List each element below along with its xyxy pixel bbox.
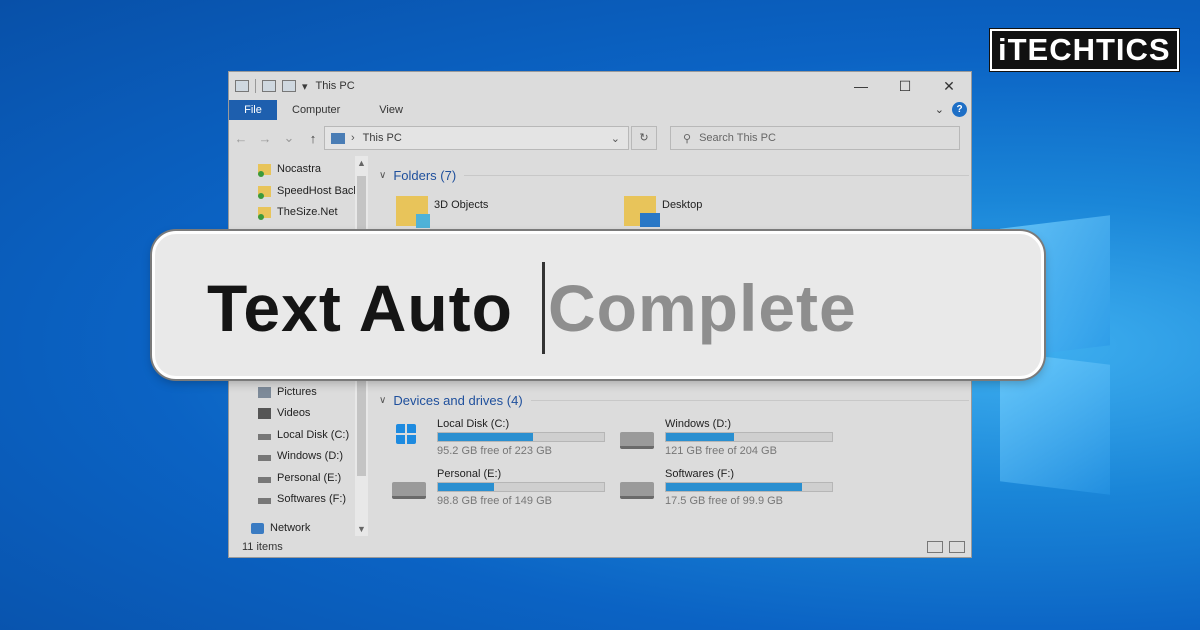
up-button[interactable]: ↑: [301, 131, 325, 146]
drive-personal-e[interactable]: Personal (E:) 98.8 GB free of 149 GB: [392, 468, 605, 513]
videos-icon: [258, 407, 271, 419]
address-text: This PC: [362, 132, 402, 144]
usage-bar: [437, 482, 605, 492]
drive-softwares-f[interactable]: Softwares (F:) 17.5 GB free of 99.9 GB: [620, 468, 833, 513]
address-dropdown-icon[interactable]: ⌄: [611, 132, 620, 145]
window-title: This PC: [315, 80, 355, 92]
tab-file[interactable]: File: [229, 100, 277, 120]
sidebar-item-network[interactable]: Network: [251, 518, 310, 538]
sidebar-item-pictures[interactable]: Pictures: [258, 382, 317, 402]
properties-icon[interactable]: [262, 80, 276, 92]
address-bar[interactable]: › This PC ⌄: [324, 126, 629, 150]
title-bar: ▾ This PC — ☐ ✕: [229, 72, 971, 100]
folder-icon: [258, 206, 271, 220]
forward-button[interactable]: →: [253, 131, 277, 146]
details-view-icon[interactable]: [927, 541, 943, 553]
desktop-folder-icon: [624, 196, 660, 227]
sidebar-item-nocastra[interactable]: Nocastra: [258, 159, 321, 179]
folder-3d-objects[interactable]: 3D Objects: [396, 196, 488, 228]
scroll-up-icon[interactable]: ▲: [355, 158, 368, 168]
sidebar-item-thesize[interactable]: TheSize.Net: [258, 202, 338, 222]
scroll-down-icon[interactable]: ▼: [355, 524, 368, 534]
usage-bar: [437, 432, 605, 442]
ribbon-tabs: File Computer View ⌄ ?: [229, 100, 971, 120]
usage-fill: [666, 483, 803, 491]
drive-local-disk-c[interactable]: Local Disk (C:) 95.2 GB free of 223 GB: [392, 418, 605, 463]
large-icons-view-icon[interactable]: [949, 541, 965, 553]
drive-icon: [620, 432, 654, 449]
network-icon: [251, 522, 264, 534]
divider: [255, 79, 256, 93]
divider: [530, 400, 969, 401]
search-box[interactable]: ⚲ Search This PC: [670, 126, 960, 150]
close-button[interactable]: ✕: [927, 72, 971, 100]
usage-fill: [438, 433, 533, 441]
folder-icon: [258, 185, 271, 199]
usage-fill: [438, 483, 495, 491]
pictures-icon: [258, 386, 271, 398]
drive-icon: [392, 482, 426, 499]
minimize-button[interactable]: —: [839, 72, 883, 100]
quick-access-toolbar: ▾: [235, 79, 308, 93]
maximize-button[interactable]: ☐: [883, 72, 927, 100]
customize-chevron-icon[interactable]: ▾: [302, 80, 308, 93]
this-pc-icon: [331, 132, 345, 144]
computer-icon: [235, 80, 249, 92]
sidebar-item-personal-e[interactable]: Personal (E:): [258, 468, 341, 488]
sidebar-item-softwares-f[interactable]: Softwares (F:): [258, 489, 346, 509]
drive-windows-d[interactable]: Windows (D:) 121 GB free of 204 GB: [620, 418, 833, 463]
usage-bar: [665, 482, 833, 492]
back-button[interactable]: ←: [229, 131, 253, 146]
folder-desktop[interactable]: Desktop: [624, 196, 702, 227]
drive-icon: [620, 482, 654, 499]
item-count: 11 items: [242, 541, 283, 553]
typed-text: Text Auto: [207, 271, 513, 345]
window-controls: — ☐ ✕: [839, 72, 971, 100]
3d-objects-folder-icon: [396, 196, 430, 228]
devices-header[interactable]: ∨ Devices and drives (4): [379, 393, 969, 408]
tab-view[interactable]: View: [364, 104, 427, 116]
breadcrumb-chevron-icon[interactable]: ›: [351, 132, 355, 144]
recent-locations-button[interactable]: ⌄: [277, 130, 301, 146]
drive-icon: [258, 477, 271, 483]
usage-bar: [665, 432, 833, 442]
windows-drive-icon: [396, 424, 416, 444]
collapse-chevron-icon[interactable]: ∨: [379, 170, 386, 181]
folder-icon: [258, 163, 271, 177]
sidebar-item-windows-d[interactable]: Windows (D:): [258, 446, 343, 466]
tab-computer[interactable]: Computer: [277, 104, 364, 116]
drive-icon: [258, 434, 271, 440]
text-caret: [542, 262, 545, 354]
usage-fill: [666, 433, 735, 441]
brand-logo: iTECHTICS: [990, 29, 1179, 71]
sidebar-item-local-disk-c[interactable]: Local Disk (C:): [258, 425, 349, 445]
status-bar: 11 items: [229, 537, 971, 557]
expand-ribbon-icon[interactable]: ⌄: [935, 103, 944, 116]
drive-icon: [258, 498, 271, 504]
autocomplete-banner: Text Auto Complete: [152, 231, 1044, 379]
refresh-button[interactable]: ↻: [631, 126, 657, 150]
collapse-chevron-icon[interactable]: ∨: [379, 395, 386, 406]
autocomplete-suggestion: Complete: [548, 271, 857, 345]
search-placeholder: Search This PC: [699, 132, 776, 144]
folders-header[interactable]: ∨ Folders (7): [379, 168, 969, 183]
drive-icon: [258, 455, 271, 461]
sidebar-item-speedhost[interactable]: SpeedHost Back: [258, 181, 359, 201]
sidebar-item-videos[interactable]: Videos: [258, 403, 310, 423]
navigation-bar: ← → ⌄ ↑ › This PC ⌄ ↻ ⚲ Search This PC: [229, 120, 971, 156]
help-icon[interactable]: ?: [952, 102, 967, 117]
new-folder-icon[interactable]: [282, 80, 296, 92]
search-icon: ⚲: [683, 132, 692, 145]
divider: [464, 175, 969, 176]
